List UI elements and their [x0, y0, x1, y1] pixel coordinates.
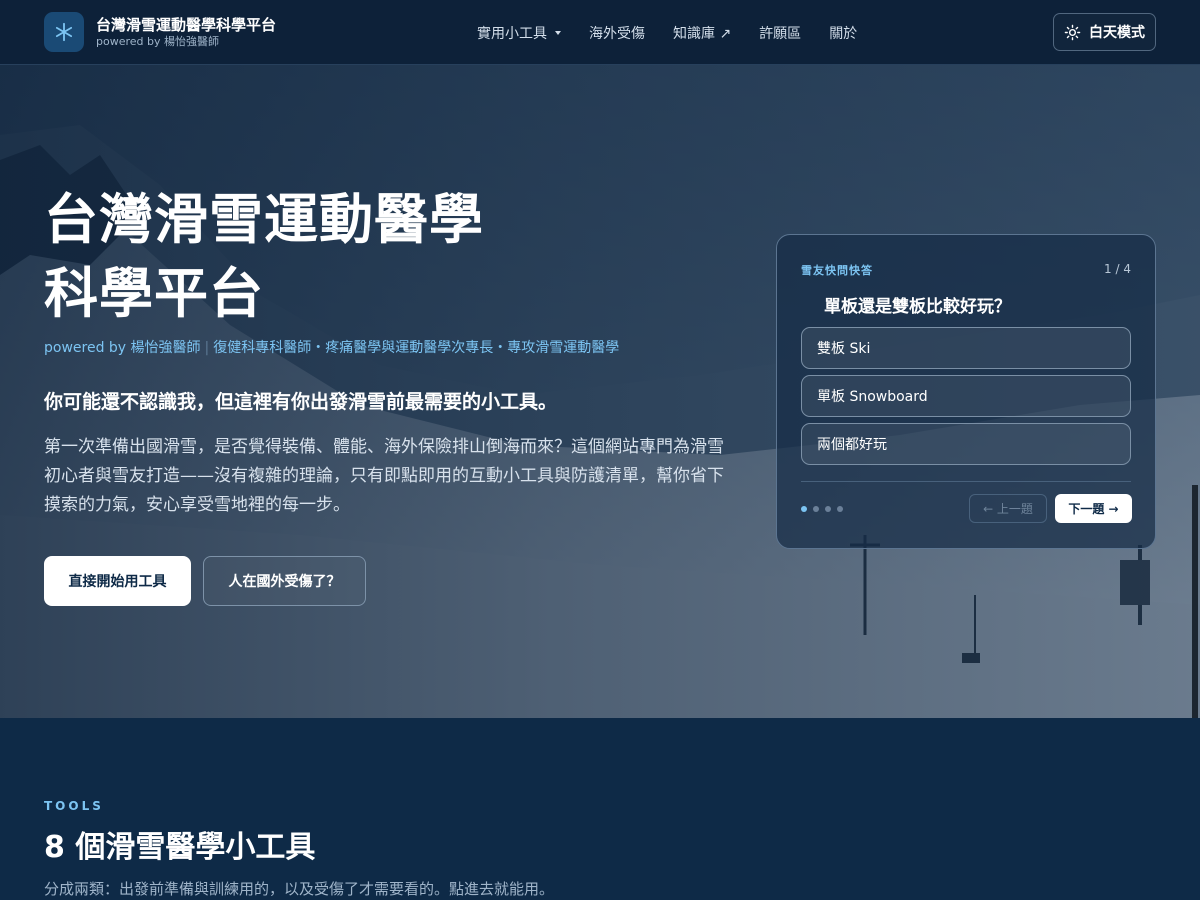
hero-title: 台灣滑雪運動醫學 科學平台	[44, 183, 564, 331]
quiz-divider	[801, 481, 1131, 482]
nav-links: 實用小工具 海外受傷 知識庫 ↗ 許願區 關於	[477, 0, 885, 65]
progress-dot	[801, 506, 807, 512]
byline-separator: |	[204, 340, 210, 356]
quiz-option-snowboard[interactable]: 單板 Snowboard	[801, 375, 1131, 417]
nav-item-tools[interactable]: 實用小工具	[477, 23, 561, 43]
sun-icon	[1064, 24, 1081, 40]
tools-title: 8 個滑雪醫學小工具	[44, 830, 316, 865]
nav-item-wishlist[interactable]: 許願區	[759, 23, 801, 43]
quiz-next-button[interactable]: 下一題 →	[1055, 494, 1132, 523]
nav-item-tools-label: 實用小工具	[477, 25, 547, 42]
top-navigation: 台灣滑雪運動醫學科學平台 powered by 楊怡強醫師 實用小工具 海外受傷…	[0, 0, 1200, 65]
start-tools-button[interactable]: 直接開始用工具	[44, 556, 191, 606]
tools-section: TOOLS 8 個滑雪醫學小工具 分成兩類：出發前準備與訓練用的，以及受傷了才需…	[0, 718, 1200, 900]
brand-text: 台灣滑雪運動醫學科學平台 powered by 楊怡強醫師	[96, 15, 276, 49]
chevron-down-icon	[555, 30, 561, 35]
progress-dot	[825, 506, 831, 512]
nav-item-overseas-injury[interactable]: 海外受傷	[589, 23, 645, 43]
byline-author: powered by 楊怡強醫師	[44, 340, 201, 356]
brand-title: 台灣滑雪運動醫學科學平台	[96, 16, 277, 34]
tools-description: 分成兩類：出發前準備與訓練用的，以及受傷了才需要看的。點進去就能用。	[44, 880, 555, 898]
quiz-counter: 1 / 4	[1104, 262, 1131, 276]
quiz-question: 單板還是雙板比較好玩？	[824, 297, 1011, 317]
theme-toggle-button[interactable]: 白天模式	[1053, 13, 1156, 51]
quiz-card: 雪友快問快答 1 / 4 單板還是雙板比較好玩？ 雙板 Ski 單板 Snowb…	[776, 234, 1156, 549]
quiz-prev-button[interactable]: ← 上一題	[969, 494, 1047, 523]
hero-description: 第一次準備出國滑雪，是否覺得裝備、體能、海外保險排山倒海而來？這個網站專門為滑雪…	[44, 437, 724, 515]
progress-dot	[837, 506, 843, 512]
hero-lead: 你可能還不認識我，但這裡有你出發滑雪前最需要的小工具。	[44, 391, 558, 413]
tools-eyebrow: TOOLS	[44, 799, 104, 813]
quiz-progress-dots	[801, 506, 849, 512]
hero-title-line1: 台灣滑雪運動醫學	[44, 188, 484, 251]
overseas-injury-button[interactable]: 人在國外受傷了？	[203, 556, 366, 606]
brand-subtitle: powered by 楊怡強醫師	[96, 35, 219, 48]
brand[interactable]: 台灣滑雪運動醫學科學平台 powered by 楊怡強醫師	[44, 12, 276, 52]
quiz-option-both[interactable]: 兩個都好玩	[801, 423, 1131, 465]
hero-section: 台灣滑雪運動醫學 科學平台 powered by 楊怡強醫師 | 復健科專科醫師・疼…	[0, 65, 1200, 718]
theme-toggle-label: 白天模式	[1089, 25, 1145, 41]
nav-item-about[interactable]: 關於	[829, 23, 857, 43]
nav-item-knowledge-base[interactable]: 知識庫 ↗	[673, 23, 731, 43]
quiz-option-ski[interactable]: 雙板 Ski	[801, 327, 1131, 369]
snowflake-icon	[44, 12, 84, 52]
hero-title-line2: 科學平台	[44, 262, 264, 325]
byline-credentials: 復健科專科醫師・疼痛醫學與運動醫學次專長・專攻滑雪運動醫學	[213, 340, 620, 356]
progress-dot	[813, 506, 819, 512]
quiz-eyebrow: 雪友快問快答	[801, 264, 873, 277]
hero-byline: powered by 楊怡強醫師 | 復健科專科醫師・疼痛醫學與運動醫學次專長・專攻…	[44, 337, 619, 357]
